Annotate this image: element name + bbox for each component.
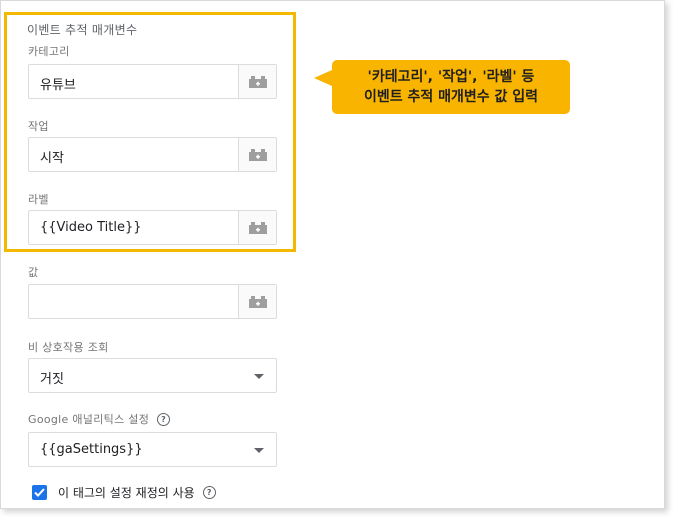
callout-line-2: 이벤트 추적 매개변수 값 입력 — [363, 89, 539, 105]
label-value: {{Video Title}} — [40, 220, 142, 235]
category-field[interactable]: 유튜브 — [28, 64, 277, 99]
ga-settings-value: {{gaSettings}} — [40, 442, 143, 457]
value-field[interactable] — [28, 284, 277, 319]
value-label: 값 — [28, 266, 39, 279]
checkmark-icon — [34, 488, 45, 497]
label-field[interactable]: {{Video Title}} — [28, 210, 277, 245]
ga-settings-select[interactable]: {{gaSettings}} — [28, 432, 277, 467]
callout-pointer — [314, 70, 332, 86]
override-label: 이 태그의 설정 재정의 사용 — [58, 486, 195, 500]
non-interaction-value: 거짓 — [40, 372, 64, 387]
action-value: 시작 — [40, 151, 64, 166]
help-circle-icon[interactable]: ? — [157, 412, 171, 426]
ga-settings-label-row: Google 애널리틱스 설정 ? — [28, 411, 171, 427]
non-interaction-select[interactable]: 거짓 — [28, 358, 277, 393]
variable-picker-icon[interactable] — [238, 138, 276, 171]
chevron-down-icon — [254, 374, 264, 379]
help-circle-icon[interactable]: ? — [202, 486, 216, 499]
tag-config-panel: 이벤트 추적 매개변수 카테고리 유튜브 작업 시작 라벨 {{Video Ti… — [0, 0, 665, 509]
chevron-down-icon — [254, 448, 264, 453]
override-checkbox[interactable] — [32, 485, 47, 500]
variable-picker-icon[interactable] — [238, 285, 276, 318]
non-interaction-label: 비 상호작용 조회 — [28, 341, 109, 354]
callout-annotation: '카테고리', '작업', '라벨' 등 이벤트 추적 매개변수 값 입력 — [314, 60, 570, 114]
variable-picker-icon[interactable] — [238, 65, 276, 98]
callout-line-1: '카테고리', '작업', '라벨' 등 — [367, 69, 535, 85]
ga-settings-label: Google 애널리틱스 설정 — [28, 413, 150, 426]
action-field[interactable]: 시작 — [28, 137, 277, 172]
action-label: 작업 — [28, 120, 49, 133]
label-label: 라벨 — [28, 193, 49, 206]
override-checkbox-row[interactable]: 이 태그의 설정 재정의 사용 ? — [32, 484, 216, 501]
category-label: 카테고리 — [28, 45, 70, 58]
section-title: 이벤트 추적 매개변수 — [27, 23, 138, 37]
category-value: 유튜브 — [40, 78, 76, 93]
variable-picker-icon[interactable] — [238, 211, 276, 244]
